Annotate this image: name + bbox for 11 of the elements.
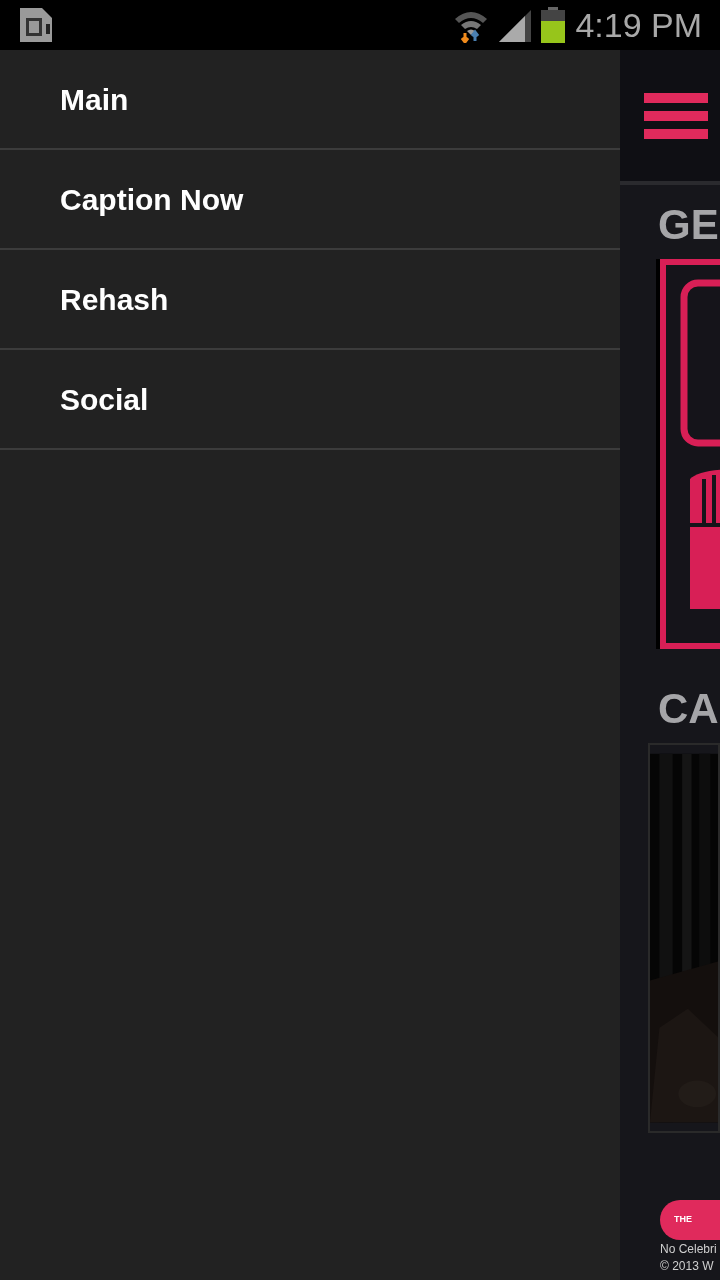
footer-text: No Celebri [660,1241,718,1257]
menu-icon[interactable] [644,92,708,139]
sim-card-icon [18,6,54,44]
section-title: CA [657,685,720,733]
logo: THE [660,1200,720,1240]
signal-icon [497,8,534,42]
battery-icon [541,7,566,43]
section-title: GE [657,201,720,249]
footer-text: © 2013 W [660,1258,715,1274]
promo-card[interactable] [656,259,720,649]
clock-text: 4:19 PM [575,8,702,42]
